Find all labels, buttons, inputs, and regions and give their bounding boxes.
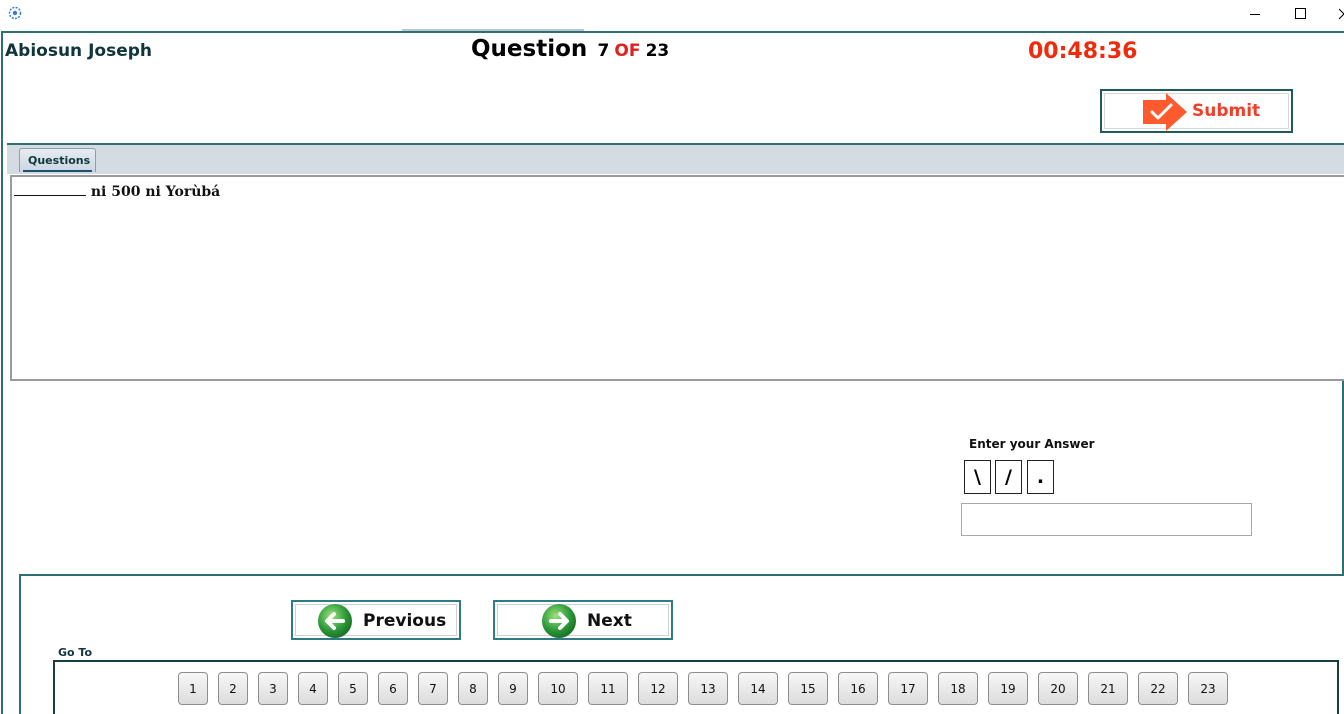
close-button[interactable] xyxy=(1324,0,1344,30)
question-counter: Question 7 OF 23 xyxy=(471,36,669,66)
goto-question-button[interactable]: 14 xyxy=(738,672,778,705)
goto-question-button[interactable]: 9 xyxy=(498,672,528,705)
goto-question-button[interactable]: 12 xyxy=(638,672,678,705)
goto-question-button[interactable]: 2 xyxy=(218,672,248,705)
question-blank xyxy=(14,181,86,196)
goto-question-button[interactable]: 18 xyxy=(938,672,978,705)
goto-question-button[interactable]: 21 xyxy=(1088,672,1128,705)
goto-question-button[interactable]: 3 xyxy=(258,672,288,705)
goto-question-button[interactable]: 5 xyxy=(338,672,368,705)
next-button[interactable]: Next xyxy=(493,600,673,640)
previous-button[interactable]: Previous xyxy=(291,600,461,640)
goto-question-button[interactable]: 19 xyxy=(988,672,1028,705)
goto-question-button[interactable]: 8 xyxy=(458,672,488,705)
minimize-button[interactable] xyxy=(1232,0,1278,30)
submit-arrow-check-icon xyxy=(1143,93,1187,131)
submit-button[interactable]: Submit xyxy=(1100,89,1293,133)
app-logo-icon xyxy=(8,6,22,20)
current-question-number: 7 xyxy=(597,41,610,61)
goto-question-button[interactable]: 7 xyxy=(418,672,448,705)
countdown-timer: 00:48:36 xyxy=(1028,39,1138,64)
goto-question-button[interactable]: 15 xyxy=(788,672,828,705)
dot-button[interactable]: . xyxy=(1027,460,1054,494)
question-text: ni 500 ni Yorùbá xyxy=(14,181,220,200)
goto-question-button[interactable]: 20 xyxy=(1038,672,1078,705)
goto-question-button[interactable]: 17 xyxy=(888,672,928,705)
of-label: OF xyxy=(614,41,641,61)
answer-input[interactable] xyxy=(961,503,1252,536)
submit-label: Submit xyxy=(1192,101,1261,121)
goto-question-button[interactable]: 13 xyxy=(688,672,728,705)
question-text-body: ni 500 ni Yorùbá xyxy=(86,184,221,200)
previous-label: Previous xyxy=(363,611,447,631)
backslash-button[interactable]: \ xyxy=(964,460,991,494)
close-icon xyxy=(1338,8,1344,20)
goto-label: Go To xyxy=(58,646,93,659)
tab-questions[interactable]: Questions xyxy=(19,148,96,172)
goto-question-button[interactable]: 4 xyxy=(298,672,328,705)
minimize-icon xyxy=(1250,14,1260,15)
maximize-icon xyxy=(1295,8,1306,19)
question-panel xyxy=(10,175,1344,381)
answer-region xyxy=(9,381,1344,576)
next-label: Next xyxy=(587,611,632,631)
window-titlebar xyxy=(0,0,1344,30)
goto-buttons: 1 2 3 4 5 6 7 8 9 10 11 12 13 14 15 16 17 18 19 20 21 22 23 xyxy=(178,672,1228,705)
tab-questions-label: Questions xyxy=(28,154,91,167)
goto-question-button[interactable]: 11 xyxy=(588,672,628,705)
exam-window: Abiosun Joseph Question 7 OF 23 00:48:36… xyxy=(0,0,1344,714)
goto-question-button[interactable]: 6 xyxy=(378,672,408,705)
goto-question-button[interactable]: 1 xyxy=(178,672,208,705)
arrow-left-circle-icon xyxy=(318,604,352,638)
goto-question-button[interactable]: 10 xyxy=(538,672,578,705)
candidate-name: Abiosun Joseph xyxy=(5,41,152,61)
tab-strip xyxy=(7,143,1344,174)
slash-button[interactable]: / xyxy=(995,460,1022,494)
answer-prompt: Enter your Answer xyxy=(969,437,1095,451)
question-label: Question xyxy=(471,36,588,62)
total-questions: 23 xyxy=(645,41,670,61)
goto-question-button[interactable]: 22 xyxy=(1138,672,1178,705)
maximize-button[interactable] xyxy=(1278,0,1324,30)
arrow-right-circle-icon xyxy=(542,604,576,638)
goto-question-button[interactable]: 16 xyxy=(838,672,878,705)
goto-question-button[interactable]: 23 xyxy=(1188,672,1228,705)
